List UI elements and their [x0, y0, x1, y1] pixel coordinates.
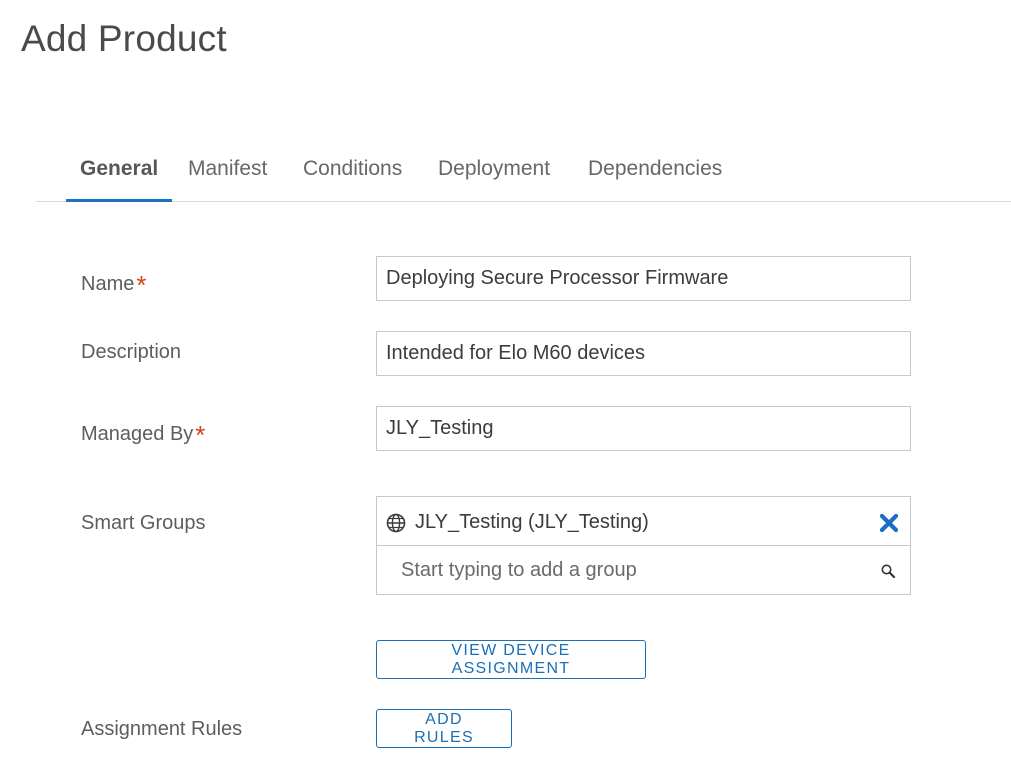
required-indicator: *	[195, 420, 206, 450]
managed-by-label: Managed By*	[81, 420, 206, 450]
name-label: Name*	[81, 270, 147, 300]
required-indicator: *	[136, 270, 147, 300]
description-label: Description	[81, 341, 182, 363]
page-title: Add Product	[21, 18, 227, 59]
active-tab-indicator	[66, 199, 172, 202]
smart-group-name: JLY_Testing (JLY_Testing)	[415, 511, 649, 533]
smart-groups-control: JLY_Testing (JLY_Testing)	[376, 496, 911, 595]
tab-deployment[interactable]: Deployment	[438, 157, 550, 202]
tab-dependencies[interactable]: Dependencies	[588, 157, 722, 202]
tab-general[interactable]: General	[80, 157, 158, 202]
managed-by-field[interactable]: JLY_Testing	[376, 406, 911, 451]
globe-icon	[386, 513, 406, 533]
tab-manifest[interactable]: Manifest	[188, 157, 267, 202]
description-field[interactable]: Intended for Elo M60 devices	[376, 331, 911, 376]
view-device-assignment-button[interactable]: VIEW DEVICE ASSIGNMENT	[376, 640, 646, 679]
name-field[interactable]: Deploying Secure Processor Firmware	[376, 256, 911, 301]
tab-bar: General Manifest Conditions Deployment D…	[36, 140, 1011, 202]
add-rules-button[interactable]: ADD RULES	[376, 709, 512, 748]
smart-group-search-input[interactable]	[377, 546, 910, 594]
close-icon[interactable]	[878, 512, 900, 534]
assignment-rules-label: Assignment Rules	[81, 718, 243, 740]
tab-conditions[interactable]: Conditions	[303, 157, 402, 202]
smart-groups-label: Smart Groups	[81, 512, 206, 534]
smart-group-chip: JLY_Testing (JLY_Testing)	[377, 497, 910, 546]
search-icon	[881, 564, 896, 579]
